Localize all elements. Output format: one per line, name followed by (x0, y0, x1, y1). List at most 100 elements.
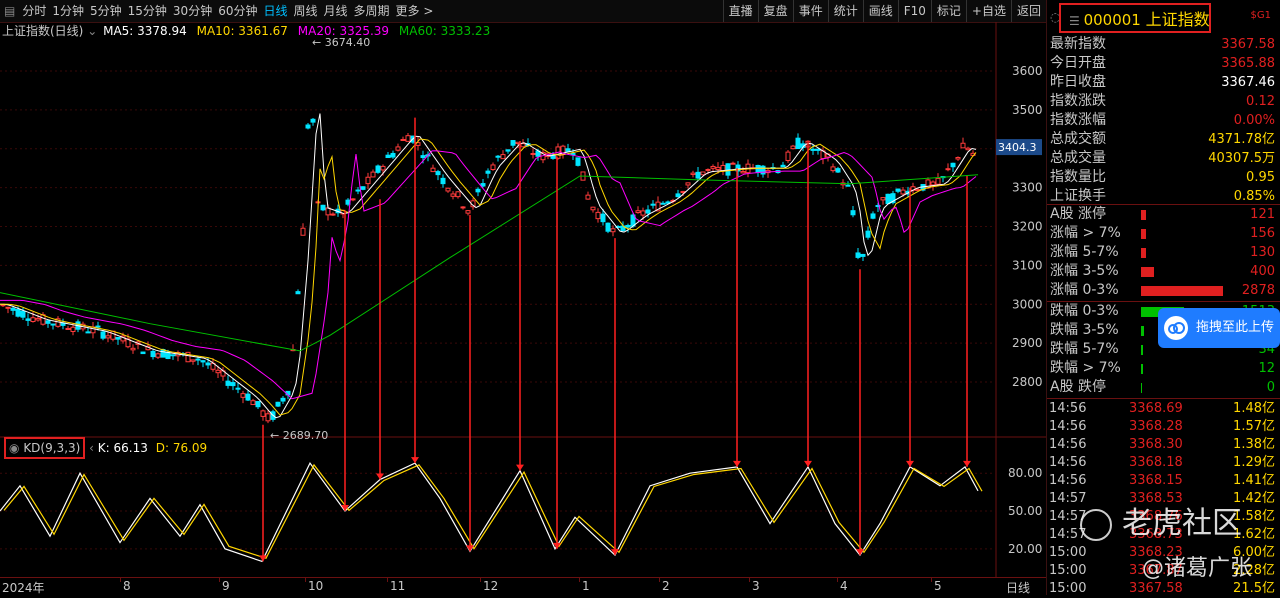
x-tick-label: 3 (752, 579, 760, 593)
toolbar-button[interactable]: 画线 (862, 0, 898, 22)
breadth-bar (1141, 383, 1142, 393)
candle-body (25, 318, 31, 321)
tab-period[interactable]: 分时 (19, 0, 49, 22)
kd-name-box[interactable]: ◉ KD(9,3,3) (4, 437, 86, 459)
kd-tick-label: 20.00 (1008, 542, 1042, 556)
x-tick-mark (305, 578, 306, 582)
tick-row: 14:56 3368.18 1.29亿 (1047, 454, 1280, 472)
tab-period[interactable]: 15分钟 (125, 0, 170, 22)
tick-price: 3368.30 (1129, 437, 1183, 452)
menu-icon[interactable]: ▤ (0, 0, 19, 22)
quote-key: 最新指数 (1050, 36, 1106, 52)
candle-body (830, 166, 836, 172)
x-tick-mark (120, 578, 121, 582)
candle-body (790, 145, 796, 150)
tick-volume: 1.57亿 (1233, 419, 1275, 434)
candle-body (675, 193, 681, 198)
tab-period[interactable]: 30分钟 (170, 0, 215, 22)
tab-period[interactable]: 1分钟 (49, 0, 87, 22)
tab-period[interactable]: 5分钟 (87, 0, 125, 22)
candle-body (815, 148, 821, 151)
breadth-row: 涨幅 0-3% 2878 (1047, 281, 1280, 300)
tab-period[interactable]: 周线 (291, 0, 321, 22)
tick-volume: 1.48亿 (1233, 401, 1275, 416)
candle-body (640, 210, 646, 216)
toolbar-button[interactable]: 复盘 (757, 0, 793, 22)
arrow-head-icon (804, 460, 812, 467)
tick-time: 14:56 (1049, 401, 1087, 416)
breadth-value: 130 (1250, 245, 1275, 260)
candle-body (760, 165, 766, 175)
candle-body (330, 213, 336, 216)
quote-row: 指数涨幅 0.00% (1047, 111, 1280, 130)
toolbar-button[interactable]: 标记 (930, 0, 966, 22)
candle-body (780, 164, 786, 168)
candle-body (320, 204, 326, 211)
candle-body (930, 181, 936, 186)
watermark-icon (1080, 508, 1112, 541)
quote-header: ◌ ☰ 000001 上证指数 $G1 (1047, 0, 1280, 36)
quote-key: 总成交额 (1050, 131, 1106, 147)
tick-time: 15:00 (1049, 545, 1087, 560)
quote-value: 0.00% (1233, 113, 1275, 128)
tick-price: 3368.18 (1129, 455, 1183, 470)
candle-body (95, 325, 101, 328)
x-tick-mark (579, 578, 580, 582)
tab-period[interactable]: 更多 > (393, 0, 437, 22)
breadth-key: 跌幅 5-7% (1050, 341, 1119, 357)
x-tick-mark (931, 578, 932, 582)
candle-body (510, 140, 516, 146)
tick-row: 15:00 3367.58 21.5亿 (1047, 580, 1280, 598)
breadth-key: 跌幅 > 7% (1050, 360, 1121, 376)
candle-body (70, 326, 76, 332)
price-tick-label: 3100 (1012, 258, 1043, 272)
security-selector[interactable]: ☰ 000001 上证指数 (1059, 3, 1211, 33)
x-tick-label: 12 (483, 579, 499, 593)
toolbar-button[interactable]: 事件 (792, 0, 828, 22)
candle-body (685, 182, 691, 186)
candle-body (420, 155, 426, 159)
tick-price: 3368.15 (1129, 473, 1183, 488)
upload-drop-button[interactable]: 拖拽至此上传 (1158, 308, 1280, 348)
candle-body (100, 331, 106, 339)
candle-body (600, 213, 606, 223)
toolbar-button[interactable]: 直播 (722, 0, 758, 22)
low-price-label: ← 2689.70 (270, 429, 328, 442)
toolbar-button[interactable]: +自选 (965, 0, 1011, 22)
candle-body (20, 310, 26, 318)
toolbar-button[interactable]: 返回 (1010, 0, 1046, 22)
candle-body (495, 155, 501, 158)
tab-period[interactable]: 多周期 (351, 0, 393, 22)
candle-body (35, 317, 41, 321)
quote-row: 最新指数 3367.58 (1047, 35, 1280, 54)
quote-row: 指数量比 0.95 (1047, 168, 1280, 187)
quote-value: 3365.88 (1221, 56, 1275, 71)
candle-body (965, 147, 971, 151)
toolbar-button[interactable]: 统计 (827, 0, 863, 22)
toolbar-button[interactable]: F10 (897, 0, 931, 22)
candle-body (870, 213, 876, 219)
quote-value: 40307.5万 (1208, 151, 1275, 166)
tab-period[interactable]: 60分钟 (215, 0, 260, 22)
tab-period[interactable]: 日线 (260, 0, 290, 22)
candle-body (140, 351, 146, 355)
candle-body (195, 358, 201, 361)
tick-time: 15:00 (1049, 581, 1087, 596)
candle-body (785, 151, 791, 161)
candle-body (505, 149, 511, 152)
candle-body (585, 194, 591, 200)
candle-body (5, 306, 11, 309)
kline-chart[interactable]: 3600350034003300320031003000290028003404… (0, 22, 1046, 577)
breadth-row: 跌幅 > 7% 12 (1047, 359, 1280, 378)
tab-period[interactable]: 月线 (321, 0, 351, 22)
breadth-key: 跌幅 3-5% (1050, 322, 1119, 338)
tick-time: 14:56 (1049, 419, 1087, 434)
breadth-bar (1141, 229, 1146, 239)
breadth-bar (1141, 210, 1146, 220)
candle-body (885, 193, 891, 205)
candle-body (565, 148, 571, 153)
tick-row: 14:56 3368.28 1.57亿 (1047, 418, 1280, 436)
tick-price: 3367.58 (1129, 581, 1183, 596)
breadth-key: A股 涨停 (1050, 206, 1107, 222)
candle-body (295, 291, 301, 295)
